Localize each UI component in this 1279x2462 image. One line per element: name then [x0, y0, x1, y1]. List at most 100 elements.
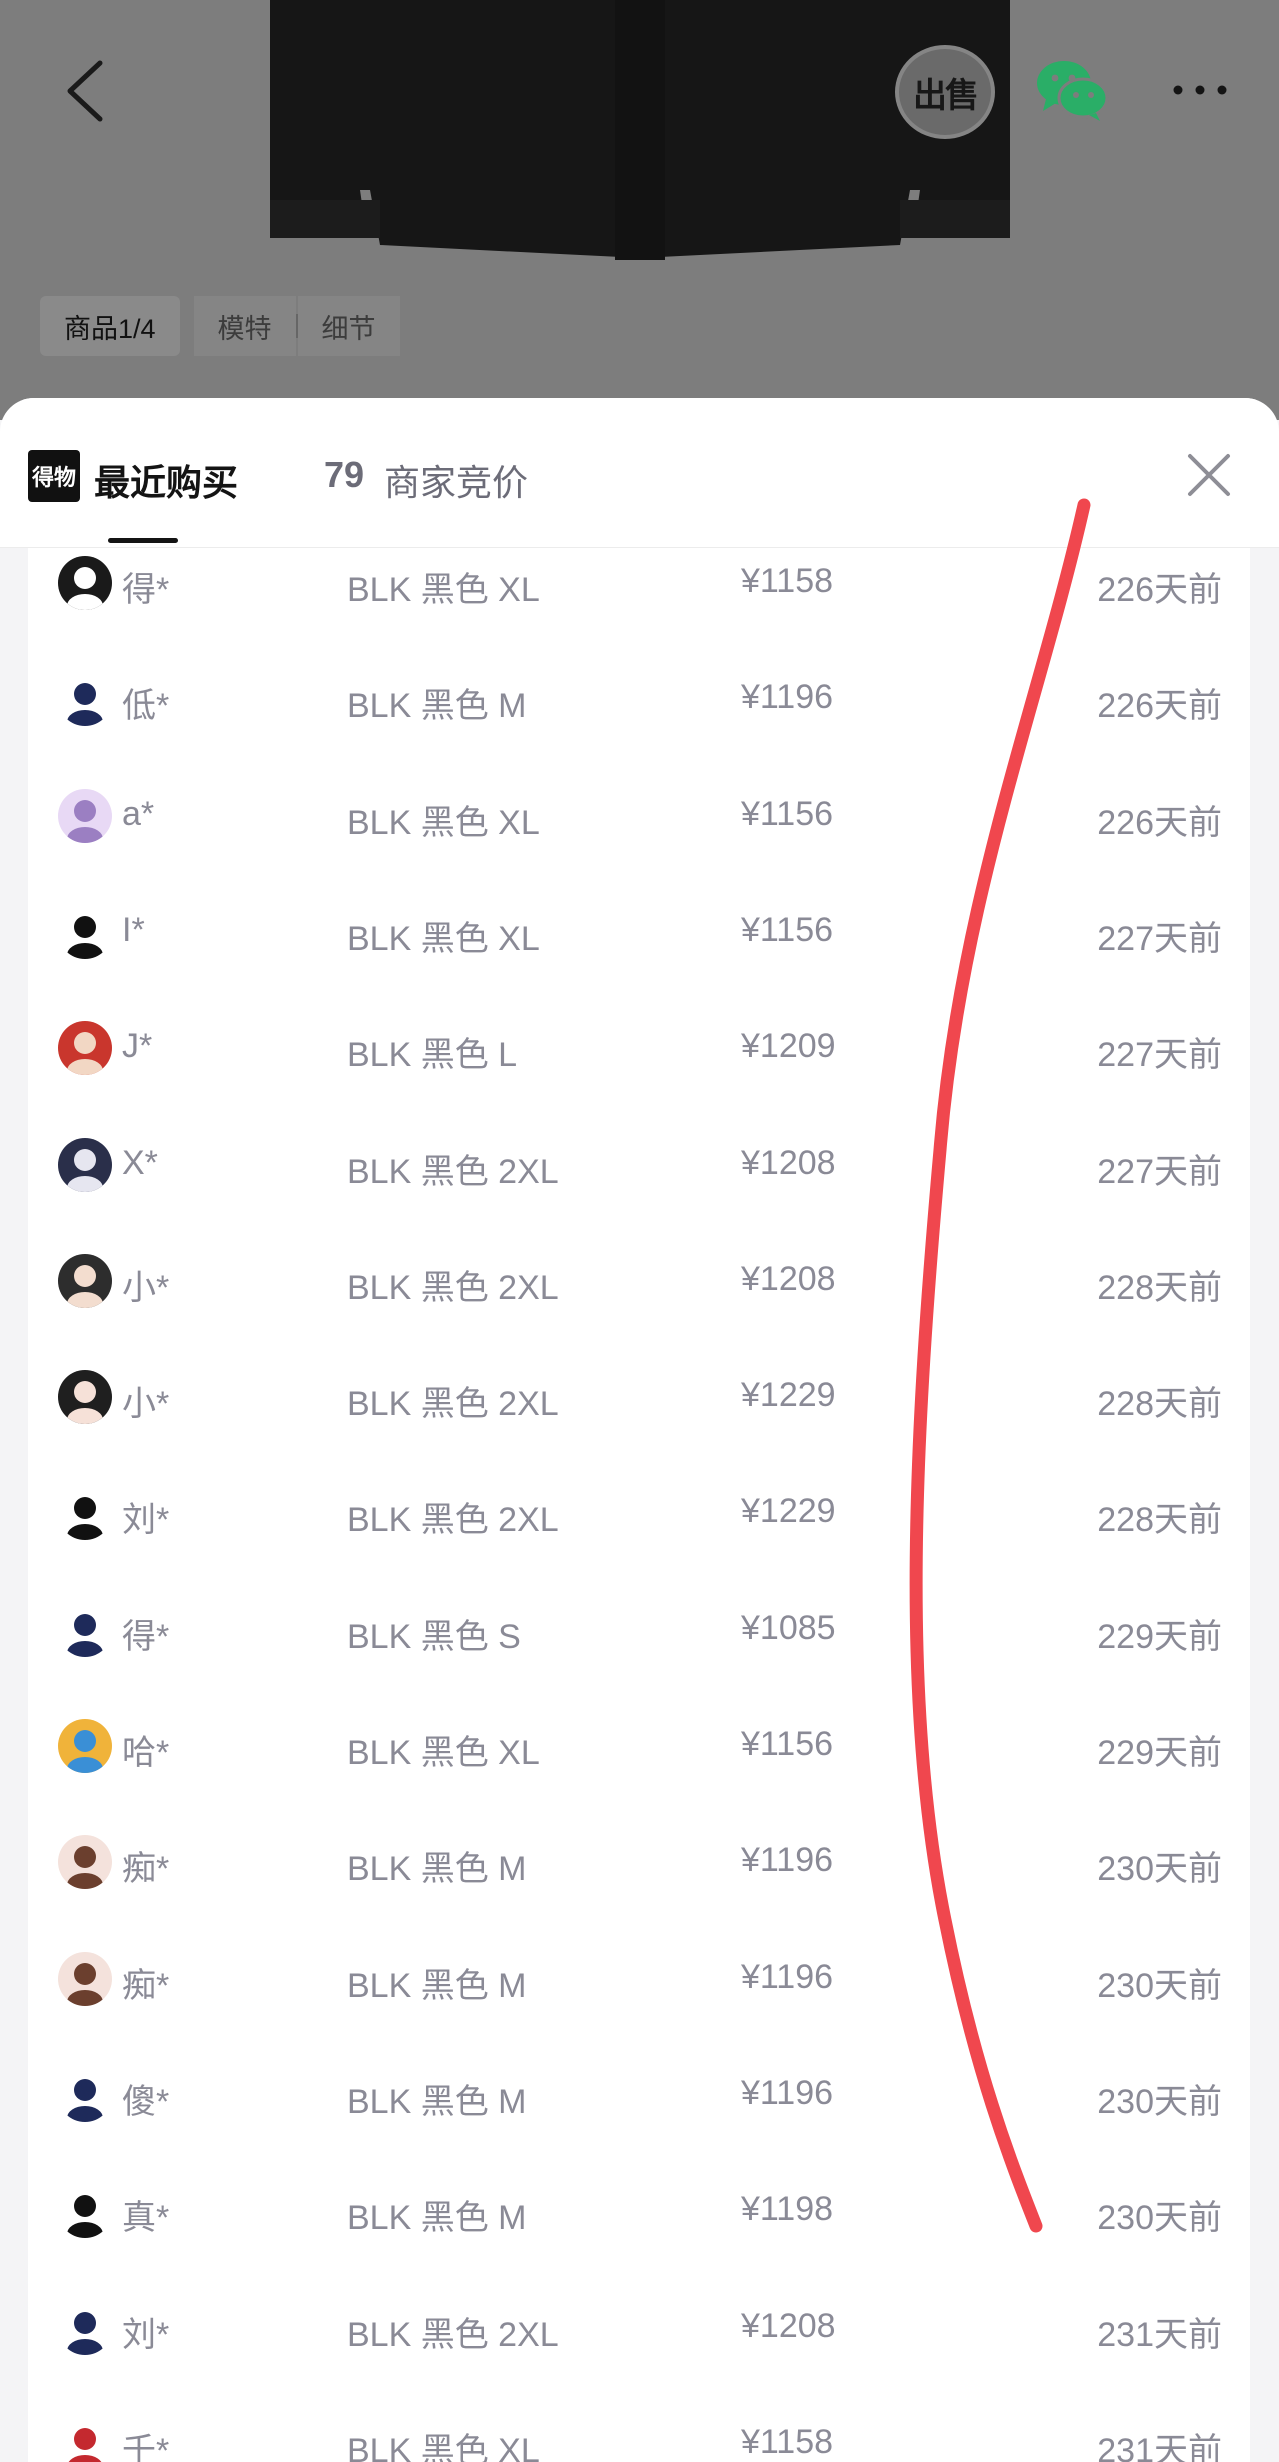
purchase-size: BLK 黑色 2XL [347, 1501, 559, 1540]
avatar [58, 1370, 112, 1425]
buyer-name: J* [122, 1027, 153, 1066]
purchase-size: BLK 黑色 2XL [347, 1152, 559, 1191]
product-gallery: 出售 商品1/4 模特 细节 [0, 0, 1279, 420]
purchase-time: 228天前 [1097, 1501, 1222, 1540]
avatar [58, 1951, 112, 2006]
purchase-time: 229天前 [1097, 1734, 1222, 1772]
active-tab-indicator [108, 538, 178, 543]
purchase-time: 231天前 [1097, 2431, 1222, 2462]
buyer-name: 刘* [122, 1501, 170, 1540]
purchase-row: 刘* BLK 黑色 2XL ¥1229 228天前 [28, 1456, 1250, 1572]
avatar [58, 556, 112, 610]
tab-product[interactable]: 商品1/4 [40, 296, 180, 356]
avatar [58, 2416, 112, 2462]
purchase-size: BLK 黑色 XL [347, 803, 540, 842]
purchase-price: ¥1196 [741, 2073, 834, 2112]
avatar [58, 2067, 112, 2122]
purchase-price: ¥1156 [741, 910, 834, 949]
buyer-name: 痴* [122, 1966, 170, 2005]
purchase-row: a* BLK 黑色 XL ¥1156 226天前 [28, 759, 1250, 875]
purchase-time: 227天前 [1097, 1152, 1222, 1191]
image-tabs: 商品1/4 模特 细节 [40, 296, 400, 356]
purchase-row: 傻* BLK 黑色 M ¥1196 230天前 [28, 2038, 1250, 2154]
buyer-name: 真* [122, 2199, 170, 2238]
purchase-price: ¥1196 [741, 1841, 834, 1880]
purchase-time: 230天前 [1097, 2082, 1222, 2121]
buyer-name: 刘* [122, 2315, 170, 2354]
jacket-image [270, 0, 1010, 260]
purchase-time: 226天前 [1097, 803, 1222, 842]
purchase-time: 228天前 [1097, 1385, 1222, 1424]
purchase-size: BLK 黑色 XL [347, 2431, 540, 2462]
purchase-size: BLK 黑色 2XL [347, 1268, 559, 1307]
purchase-price: ¥1208 [741, 1143, 836, 1182]
purchase-time: 231天前 [1097, 2315, 1222, 2354]
purchase-time: 229天前 [1097, 1617, 1222, 1656]
purchase-size: BLK 黑色 XL [347, 571, 540, 609]
close-icon[interactable] [1184, 450, 1234, 500]
purchase-row: 得* BLK 黑色 S ¥1085 229天前 [28, 1573, 1250, 1689]
purchase-price: ¥1208 [741, 2306, 836, 2345]
buyer-name: 傻* [122, 2082, 170, 2121]
buyer-name: 小* [122, 1385, 170, 1424]
purchase-size: BLK 黑色 XL [347, 1734, 540, 1772]
purchase-row: 小* BLK 黑色 2XL ¥1208 228天前 [28, 1224, 1250, 1340]
purchase-row: X* BLK 黑色 2XL ¥1208 227天前 [28, 1108, 1250, 1224]
brand-logo: 得物 [28, 450, 80, 502]
buyer-name: X* [122, 1143, 158, 1182]
buyer-name: 得* [122, 1617, 170, 1656]
purchase-size: BLK 黑色 M [347, 2082, 527, 2121]
purchase-row: 痴* BLK 黑色 M ¥1196 230天前 [28, 1922, 1250, 2038]
tab-merchant-bids[interactable]: 商家竞价 [384, 454, 528, 506]
purchase-price: ¥1156 [741, 794, 834, 833]
more-icon[interactable] [1160, 60, 1240, 120]
purchase-time: 230天前 [1097, 2199, 1222, 2238]
purchase-time: 230天前 [1097, 1850, 1222, 1889]
tab-detail[interactable]: 细节 [297, 296, 400, 356]
purchase-row: 刘* BLK 黑色 2XL ¥1208 231天前 [28, 2271, 1250, 2387]
purchase-price: ¥1196 [741, 1957, 834, 1996]
purchase-row: 痴* BLK 黑色 M ¥1196 230天前 [28, 1805, 1250, 1921]
purchase-price: ¥1209 [741, 1027, 836, 1066]
purchase-time: 226天前 [1097, 687, 1222, 726]
purchase-price: ¥1158 [741, 2422, 834, 2461]
purchase-time: 228天前 [1097, 1268, 1222, 1307]
purchase-list[interactable]: 得* BLK 黑色 XL ¥1158 226天前 低* BLK 黑色 M ¥1196 226天… [28, 548, 1250, 2462]
purchase-size: BLK 黑色 M [347, 1850, 527, 1889]
purchase-row: 低* BLK 黑色 M ¥1196 226天前 [28, 642, 1250, 758]
purchase-price: ¥1085 [741, 1608, 836, 1647]
sell-label: 出售 [913, 76, 979, 115]
avatar [58, 1602, 112, 1657]
bid-count[interactable]: 79 [324, 454, 364, 496]
sheet-header: 得物 最近购买 79 商家竞价 [0, 398, 1279, 548]
purchase-price: ¥1229 [741, 1376, 836, 1415]
tab-model[interactable]: 模特 [193, 296, 296, 356]
purchase-row: J* BLK 黑色 L ¥1209 227天前 [28, 991, 1250, 1107]
purchase-row: 得* BLK 黑色 XL ¥1158 226天前 [28, 548, 1250, 642]
purchase-size: BLK 黑色 S [347, 1617, 521, 1656]
purchase-size: BLK 黑色 XL [347, 919, 540, 958]
back-icon[interactable] [48, 50, 120, 132]
purchase-time: 230天前 [1097, 1966, 1222, 2005]
purchase-time: 227天前 [1097, 1036, 1222, 1075]
buyer-name: 千* [122, 2431, 170, 2462]
buyer-name: I* [122, 910, 145, 949]
wechat-share-icon[interactable] [1032, 55, 1112, 125]
recent-purchases-sheet: 得物 最近购买 79 商家竞价 得* BLK 黑色 XL ¥1158 226天前 低* B… [0, 398, 1279, 2462]
purchase-size: BLK 黑色 2XL [347, 1385, 559, 1424]
purchase-price: ¥1208 [741, 1259, 836, 1298]
avatar [58, 788, 112, 843]
avatar [58, 2184, 112, 2239]
avatar [58, 1486, 112, 1541]
avatar [58, 1253, 112, 1308]
purchase-row: 千* BLK 黑色 XL ¥1158 231天前 [28, 2387, 1250, 2462]
avatar [58, 2300, 112, 2355]
buyer-name: 小* [122, 1268, 170, 1307]
buyer-name: a* [122, 794, 155, 833]
avatar [58, 1719, 112, 1773]
purchase-time: 226天前 [1097, 571, 1222, 609]
sell-button[interactable]: 出售 [895, 45, 995, 139]
purchase-row: 哈* BLK 黑色 XL ¥1156 229天前 [28, 1689, 1250, 1805]
tab-recent-purchases[interactable]: 最近购买 [94, 454, 238, 506]
avatar [58, 1835, 112, 1890]
